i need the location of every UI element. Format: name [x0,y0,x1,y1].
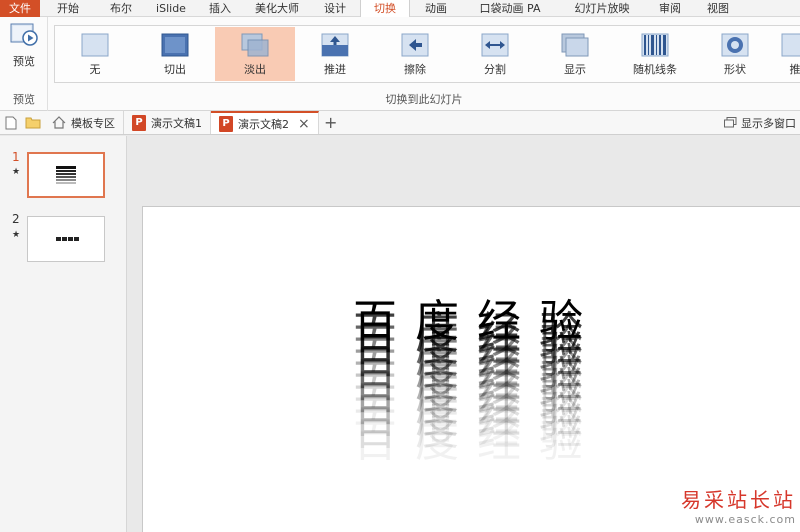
transition-split-label: 分割 [484,63,506,76]
transition-split-icon [481,33,509,57]
new-document-icon[interactable] [0,111,22,134]
site-watermark: 易采站长站 www.easck.com [681,484,796,526]
transition-cut-icon [161,33,189,57]
menu-pocket-animation[interactable]: 口袋动画 PA [462,0,558,17]
transition-fade-label: 淡出 [244,63,266,76]
menu-animations[interactable]: 动画 [410,0,462,17]
slide-editing-area: 百度经验 百度经验 百度经验 百度经验 百度经验 百度经验 百度经验 百度经验 … [128,136,800,532]
watermark-chinese: 易采站长站 [681,488,796,512]
tab-template-zone[interactable]: 模板专区 [44,111,124,134]
transition-random-bars[interactable]: 随机线条 [615,27,695,81]
add-tab-button[interactable]: + [319,111,343,134]
menu-transitions[interactable]: 切换 [360,0,410,17]
slide-2-animation-star-icon: ★ [12,230,21,240]
slide-thumbnail-2[interactable] [27,216,105,262]
transition-push[interactable]: 推进 [295,27,375,81]
tab-document-2-label: 演示文稿2 [238,117,289,131]
show-multi-window-label: 显示多窗口 [741,116,796,130]
menu-review[interactable]: 审阅 [646,0,694,17]
transition-shape-icon [721,33,749,57]
menu-islide[interactable]: iSlide [146,0,196,17]
slide-1-animation-star-icon: ★ [12,167,21,177]
transition-more[interactable]: 推 [775,27,800,81]
tab-template-zone-label: 模板专区 [71,116,115,130]
menu-slideshow[interactable]: 幻灯片放映 [558,0,646,17]
transition-cut-label: 切出 [164,63,186,76]
slide-thumbnail-1[interactable] [27,152,105,198]
transition-group-caption: 切换到此幻灯片 [385,93,463,106]
menu-bool[interactable]: 布尔 [96,0,146,17]
transition-shape[interactable]: 形状 [695,27,775,81]
tab-document-2[interactable]: P 演示文稿2 × [211,111,319,134]
menu-view[interactable]: 视图 [694,0,742,17]
slide-number-2: 2 [12,212,20,226]
slide-thumbnail-pane: 1 ★ 2 ★ [0,136,127,532]
powerpoint-icon: P [132,114,146,131]
multi-window-icon [724,117,737,128]
slide-1-thumbnail-content [56,166,76,184]
transition-random-bars-icon [641,33,669,57]
transition-random-bars-label: 随机线条 [633,63,677,76]
tab-document-1-label: 演示文稿1 [151,116,202,130]
watermark-url: www.easck.com [694,513,796,526]
menu-home[interactable]: 开始 [40,0,96,17]
slide-2-thumbnail-content [56,237,79,241]
powerpoint-icon: P [219,115,233,132]
preview-label: 预览 [13,55,35,68]
document-tabs: 模板专区 P 演示文稿1 P 演示文稿2 × + 显示多窗口 [0,111,800,135]
transition-wipe[interactable]: 擦除 [375,27,455,81]
transition-shape-label: 形状 [724,63,746,76]
menu-beautify[interactable]: 美化大师 [244,0,310,17]
transition-wipe-label: 擦除 [404,63,426,76]
transition-reveal-icon [561,33,589,57]
preview-group: 预览 预览 [0,17,48,111]
preview-button[interactable]: 预览 [3,23,45,79]
transition-fade[interactable]: 淡出 [215,27,295,81]
menu-file[interactable]: 文件 [0,0,40,17]
preview-group-label: 预览 [13,93,35,106]
menu-bar: 文件 开始 布尔 iSlide 插入 美化大师 设计 切换 动画 口袋动画 PA… [0,0,800,17]
transition-push-icon [321,33,349,57]
home-icon [52,116,66,129]
close-tab-icon[interactable]: × [298,116,310,132]
slide-number-1: 1 [12,150,20,164]
ribbon: 预览 预览 无 切出 淡出 推进 擦除 分割 显示 随机线条 形状 推 切换到此… [0,17,800,111]
transition-cut[interactable]: 切出 [135,27,215,81]
transition-gallery: 无 切出 淡出 推进 擦除 分割 显示 随机线条 形状 推 [54,25,800,83]
menu-design[interactable]: 设计 [310,0,360,17]
transition-split[interactable]: 分割 [455,27,535,81]
open-folder-icon[interactable] [22,111,44,134]
transition-reveal[interactable]: 显示 [535,27,615,81]
transition-none-icon [81,33,109,57]
preview-icon [10,23,38,49]
transition-reveal-label: 显示 [564,63,586,76]
transition-push-label: 推进 [324,63,346,76]
transition-fade-icon [241,33,269,57]
tab-document-1[interactable]: P 演示文稿1 [124,111,211,134]
slide-title-text[interactable]: 百度经验 [353,285,601,349]
transition-more-label: 推 [789,63,800,76]
transition-none-label: 无 [89,63,101,76]
menu-insert[interactable]: 插入 [196,0,244,17]
transition-wipe-icon [401,33,429,57]
transition-more-icon [781,33,800,57]
show-multi-window[interactable]: 显示多窗口 [724,111,800,134]
transition-none[interactable]: 无 [55,27,135,81]
